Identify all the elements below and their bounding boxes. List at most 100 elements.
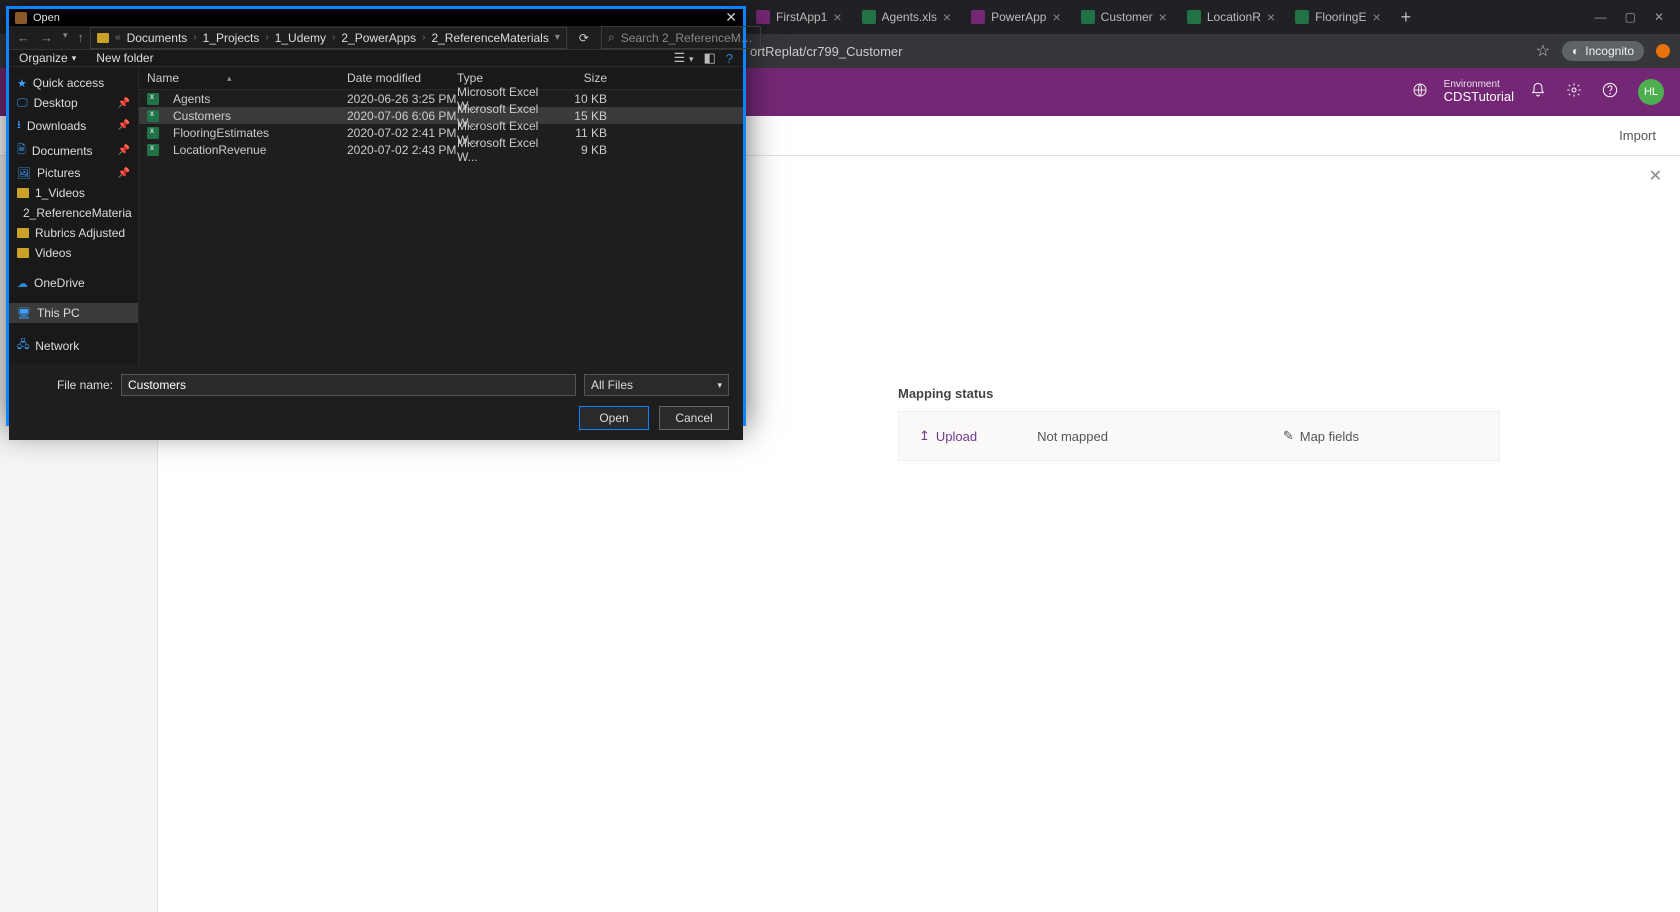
chevron-down-icon: ▾ bbox=[717, 380, 722, 391]
browser-tab[interactable]: Agents.xls × bbox=[852, 3, 962, 31]
tree-item[interactable]: ★ Quick access bbox=[9, 73, 138, 93]
view-mode-icon[interactable]: ☰ ▾ bbox=[674, 50, 694, 66]
file-row[interactable]: Customers2020-07-06 6:06 PMMicrosoft Exc… bbox=[139, 107, 743, 124]
tab-title: Agents.xls bbox=[882, 10, 937, 24]
pin-icon: 📌 bbox=[118, 145, 130, 156]
window-close[interactable]: ✕ bbox=[1654, 10, 1664, 24]
cancel-button-label: Cancel bbox=[675, 411, 712, 425]
pin-icon: 📌 bbox=[118, 120, 130, 131]
breadcrumb-dropdown-icon[interactable]: ▾ bbox=[555, 32, 560, 43]
breadcrumb[interactable]: « Documents›1_Projects›1_Udemy›2_PowerAp… bbox=[90, 27, 567, 49]
window-maximize[interactable]: ▢ bbox=[1625, 10, 1636, 24]
browser-tab[interactable]: FlooringE × bbox=[1285, 3, 1391, 31]
file-type-filter[interactable]: All Files ▾ bbox=[584, 374, 729, 396]
map-fields-button[interactable]: ✎ Map fields bbox=[1283, 428, 1479, 444]
file-row[interactable]: FlooringEstimates2020-07-02 2:41 PMMicro… bbox=[139, 124, 743, 141]
column-size[interactable]: Size bbox=[557, 71, 607, 85]
url-text[interactable]: ortReplat/cr799_Customer bbox=[750, 44, 1526, 59]
nav-forward-icon[interactable]: → bbox=[40, 30, 53, 45]
chevron-right-icon: › bbox=[422, 32, 425, 43]
upload-button[interactable]: ↥ Upload bbox=[919, 428, 977, 444]
map-fields-label: Map fields bbox=[1300, 429, 1359, 444]
tab-title: FlooringE bbox=[1315, 10, 1366, 24]
notifications-icon[interactable] bbox=[1530, 82, 1546, 103]
upload-label: Upload bbox=[936, 429, 977, 444]
mapping-row: ↥ Upload Not mapped ✎ Map fields bbox=[898, 411, 1500, 461]
new-folder-button[interactable]: New folder bbox=[96, 51, 153, 65]
bookmark-star-icon[interactable]: ☆ bbox=[1536, 41, 1550, 61]
refresh-icon[interactable]: ⟳ bbox=[573, 31, 595, 45]
file-size: 9 KB bbox=[557, 143, 607, 157]
breadcrumb-segment[interactable]: Documents bbox=[127, 31, 188, 45]
breadcrumb-segment[interactable]: 1_Projects bbox=[203, 31, 260, 45]
file-list-header: Name▴ Date modified Type Size bbox=[139, 67, 743, 90]
browser-tab[interactable]: Customer× bbox=[1071, 3, 1177, 31]
tree-icon: 🗎 bbox=[17, 141, 26, 160]
import-button[interactable]: Import bbox=[1619, 128, 1656, 143]
folder-icon bbox=[17, 228, 29, 238]
browser-tab[interactable]: PowerApp × bbox=[961, 3, 1071, 31]
tree-item[interactable]: 🗎Documents📌 bbox=[9, 138, 138, 163]
column-date[interactable]: Date modified bbox=[347, 71, 457, 85]
organize-menu[interactable]: Organize ▾ bbox=[19, 51, 76, 65]
tab-close-icon[interactable]: × bbox=[1159, 10, 1167, 24]
help-icon[interactable]: ? bbox=[726, 51, 733, 66]
user-avatar[interactable]: HL bbox=[1638, 79, 1664, 105]
breadcrumb-segment[interactable]: 2_ReferenceMaterials bbox=[431, 31, 548, 45]
tab-close-icon[interactable]: × bbox=[1052, 10, 1060, 24]
browser-tab[interactable]: LocationR× bbox=[1177, 3, 1285, 31]
environment-picker[interactable]: Environment CDSTutorial bbox=[1444, 79, 1514, 104]
file-size: 11 KB bbox=[557, 126, 607, 140]
file-row[interactable]: Agents2020-06-26 3:25 PMMicrosoft Excel … bbox=[139, 90, 743, 107]
file-name: Customers bbox=[173, 109, 231, 123]
tree-item[interactable]: 1_Videos bbox=[9, 183, 138, 203]
tree-item[interactable]: ☁OneDrive bbox=[9, 273, 138, 293]
tree-item[interactable]: ⭳Downloads📌 bbox=[9, 113, 138, 138]
tree-icon: ★ bbox=[17, 77, 27, 90]
preview-pane-icon[interactable]: ◧ bbox=[703, 50, 715, 66]
tree-item-label: Downloads bbox=[27, 119, 86, 133]
tree-icon: 🖧 bbox=[17, 336, 29, 355]
tree-item[interactable]: Videos bbox=[9, 243, 138, 263]
search-input[interactable]: ⌕ Search 2_ReferenceMaterials bbox=[601, 26, 761, 49]
tree-item[interactable]: 🖼Pictures📌 bbox=[9, 163, 138, 183]
dialog-close-icon[interactable]: ✕ bbox=[725, 9, 737, 26]
file-size: 10 KB bbox=[557, 92, 607, 106]
file-date: 2020-07-06 6:06 PM bbox=[347, 109, 457, 123]
profile-indicator[interactable] bbox=[1656, 44, 1670, 58]
tab-favicon bbox=[1081, 10, 1095, 24]
column-name[interactable]: Name▴ bbox=[147, 71, 347, 85]
pencil-icon: ✎ bbox=[1283, 428, 1294, 444]
close-panel-icon[interactable]: ✕ bbox=[1649, 166, 1662, 186]
nav-up-icon[interactable]: ↑ bbox=[78, 30, 85, 45]
nav-back-icon[interactable]: ← bbox=[17, 30, 30, 45]
tree-item[interactable]: 🖥This PC bbox=[9, 303, 138, 323]
tree-item-label: Desktop bbox=[34, 96, 78, 110]
file-date: 2020-06-26 3:25 PM bbox=[347, 92, 457, 106]
tab-title: PowerApp bbox=[991, 10, 1046, 24]
tree-item[interactable]: 🖧Network bbox=[9, 333, 138, 358]
file-row[interactable]: LocationRevenue2020-07-02 2:43 PMMicroso… bbox=[139, 141, 743, 158]
new-tab-button[interactable]: + bbox=[1391, 7, 1422, 28]
tab-close-icon[interactable]: × bbox=[1372, 10, 1380, 24]
incognito-icon: ◐ bbox=[1572, 44, 1579, 58]
filename-input[interactable] bbox=[121, 374, 576, 396]
tab-close-icon[interactable]: × bbox=[1267, 10, 1275, 24]
window-minimize[interactable]: — bbox=[1595, 10, 1607, 24]
settings-gear-icon[interactable] bbox=[1566, 82, 1582, 103]
cancel-button[interactable]: Cancel bbox=[659, 406, 729, 430]
browser-tab[interactable]: FirstApp1× bbox=[746, 3, 852, 31]
tree-item[interactable]: Rubrics Adjusted bbox=[9, 223, 138, 243]
tree-item-label: Quick access bbox=[33, 76, 104, 90]
tab-close-icon[interactable]: × bbox=[943, 10, 951, 24]
tree-item[interactable]: 🖵Desktop📌 bbox=[9, 93, 138, 113]
tree-item[interactable]: 2_ReferenceMateria bbox=[9, 203, 138, 223]
column-type[interactable]: Type bbox=[457, 71, 557, 85]
breadcrumb-segment[interactable]: 1_Udemy bbox=[275, 31, 326, 45]
nav-recent-icon[interactable]: ▾ bbox=[63, 30, 68, 45]
open-button[interactable]: Open bbox=[579, 406, 649, 430]
breadcrumb-segment[interactable]: 2_PowerApps bbox=[341, 31, 416, 45]
mapping-status-header: Mapping status bbox=[898, 386, 1500, 401]
tab-close-icon[interactable]: × bbox=[833, 10, 841, 24]
help-icon[interactable] bbox=[1602, 82, 1618, 103]
